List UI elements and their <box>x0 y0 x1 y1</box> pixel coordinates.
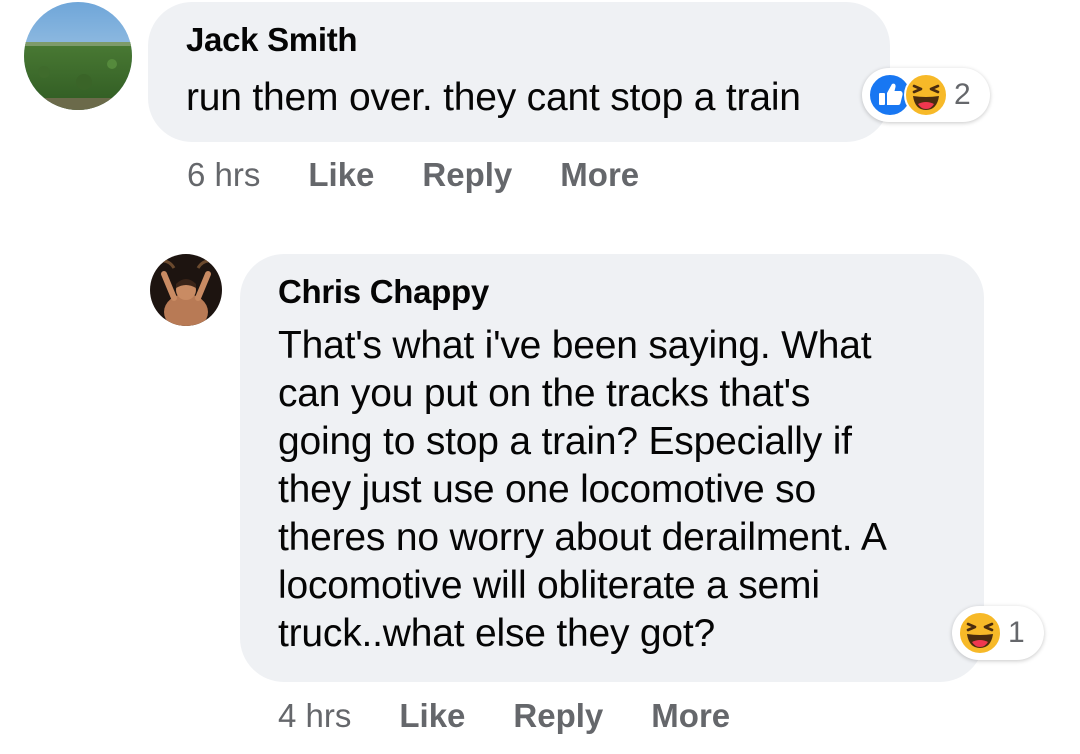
reply-button[interactable]: Reply <box>513 697 603 735</box>
like-button[interactable]: Like <box>308 156 374 194</box>
reaction-summary[interactable]: 2 <box>862 68 990 122</box>
comment-text: run them over. they cant stop a train <box>186 76 801 119</box>
reply-button[interactable]: Reply <box>422 156 512 194</box>
comment-actions: 4 hrs Like Reply More <box>278 697 778 735</box>
avatar[interactable] <box>24 2 132 110</box>
timestamp[interactable]: 6 hrs <box>187 156 260 194</box>
reaction-count: 2 <box>954 78 971 111</box>
avatar[interactable] <box>150 254 222 326</box>
comment-actions: 6 hrs Like Reply More <box>187 156 687 194</box>
like-button[interactable]: Like <box>399 697 465 735</box>
more-button[interactable]: More <box>560 156 639 194</box>
more-button[interactable]: More <box>651 697 730 735</box>
comment-bubble: Jack Smith run them over. they cant stop… <box>148 2 890 142</box>
comment-thread: Jack Smith run them over. they cant stop… <box>0 0 1080 754</box>
comment-author[interactable]: Chris Chappy <box>278 272 984 312</box>
comment-bubble: Chris Chappy That's what i've been sayin… <box>240 254 984 682</box>
haha-icon <box>958 611 1002 655</box>
haha-icon <box>904 73 948 117</box>
timestamp[interactable]: 4 hrs <box>278 697 351 735</box>
reaction-summary[interactable]: 1 <box>952 606 1044 660</box>
comment-text: That's what i've been saying. What can y… <box>278 324 887 655</box>
reaction-count: 1 <box>1008 616 1025 649</box>
comment-author[interactable]: Jack Smith <box>186 20 890 60</box>
